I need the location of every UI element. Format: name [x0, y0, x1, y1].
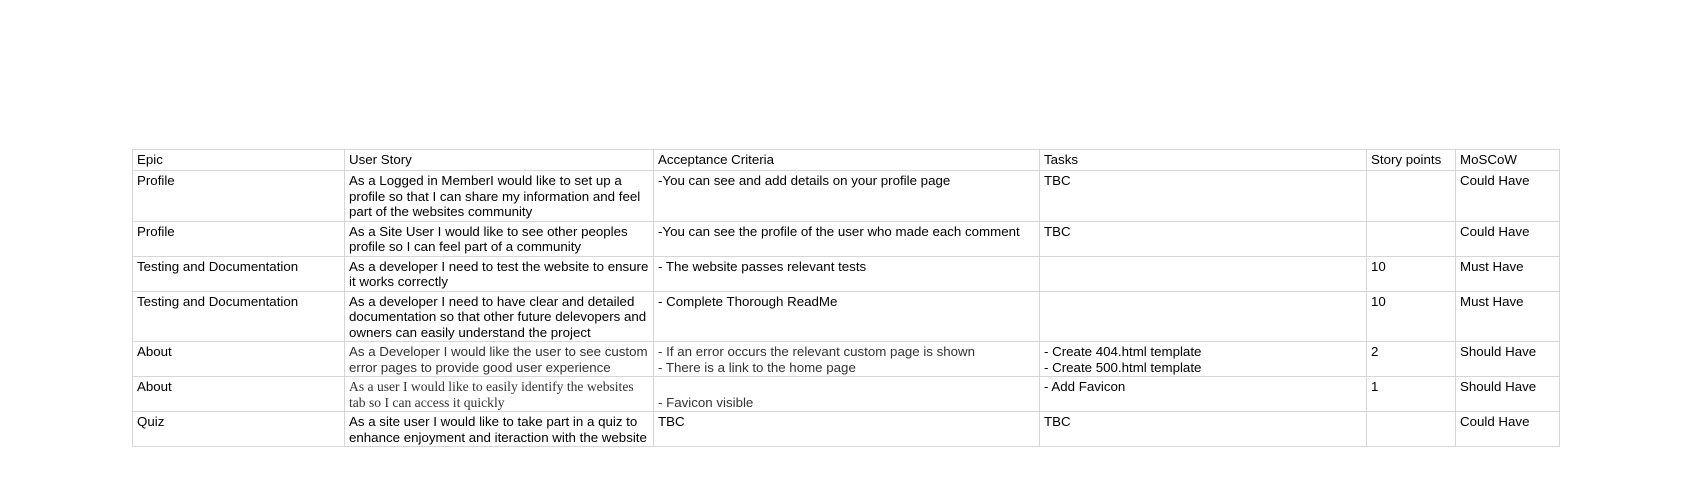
- cell-moscow[interactable]: Could Have: [1455, 411, 1560, 447]
- cell-moscow[interactable]: Must Have: [1455, 255, 1560, 292]
- cell-user-story[interactable]: As a developer I need to have clear and …: [344, 290, 654, 342]
- cell-user-story[interactable]: As a developer I need to test the websit…: [344, 255, 654, 292]
- cell-user-story[interactable]: As a site user I would like to take part…: [344, 411, 654, 447]
- header-moscow[interactable]: MoSCoW: [1455, 149, 1560, 171]
- cell-user-story[interactable]: As a Site User I would like to see other…: [344, 220, 654, 257]
- cell-tasks[interactable]: - Add Favicon: [1039, 376, 1367, 412]
- cell-epic[interactable]: About: [132, 376, 345, 412]
- cell-acceptance-criteria[interactable]: - Complete Thorough ReadMe: [653, 290, 1040, 342]
- cell-acceptance-criteria[interactable]: TBC: [653, 411, 1040, 447]
- cell-tasks[interactable]: TBC: [1039, 170, 1367, 222]
- header-row: Epic User Story Acceptance Criteria Task…: [132, 149, 1560, 171]
- header-epic[interactable]: Epic: [132, 149, 345, 171]
- cell-acceptance-criteria[interactable]: -You can see the profile of the user who…: [653, 220, 1040, 257]
- table-row: Quiz As a site user I would like to take…: [132, 411, 1560, 447]
- cell-tasks[interactable]: TBC: [1039, 411, 1367, 447]
- cell-user-story[interactable]: As a Logged in MemberI would like to set…: [344, 170, 654, 222]
- cell-acceptance-criteria[interactable]: - Favicon visible: [653, 376, 1040, 412]
- cell-moscow[interactable]: Could Have: [1455, 220, 1560, 257]
- cell-text: - Favicon visible: [658, 394, 754, 410]
- cell-epic[interactable]: Profile: [132, 170, 345, 222]
- cell-moscow[interactable]: Could Have: [1455, 170, 1560, 222]
- header-story-points[interactable]: Story points: [1366, 149, 1456, 171]
- table-row: About As a Developer I would like the us…: [132, 341, 1560, 377]
- cell-moscow[interactable]: Should Have: [1455, 376, 1560, 412]
- cell-epic[interactable]: Quiz: [132, 411, 345, 447]
- cell-user-story[interactable]: As a Developer I would like the user to …: [344, 341, 654, 377]
- cell-acceptance-criteria[interactable]: - If an error occurs the relevant custom…: [653, 341, 1040, 377]
- cell-epic[interactable]: Testing and Documentation: [132, 255, 345, 292]
- table-row: Profile As a Logged in MemberI would lik…: [132, 170, 1560, 222]
- header-tasks[interactable]: Tasks: [1039, 149, 1367, 171]
- cell-story-points[interactable]: [1366, 170, 1456, 222]
- cell-story-points[interactable]: 1: [1366, 376, 1456, 412]
- cell-moscow[interactable]: Should Have: [1455, 341, 1560, 377]
- table-row: About As a user I would like to easily i…: [132, 376, 1560, 412]
- cell-story-points[interactable]: 10: [1366, 255, 1456, 292]
- user-stories-table: Epic User Story Acceptance Criteria Task…: [132, 149, 1560, 447]
- cell-tasks[interactable]: [1039, 255, 1367, 292]
- table-row: Testing and Documentation As a developer…: [132, 290, 1560, 342]
- cell-story-points[interactable]: 2: [1366, 341, 1456, 377]
- cell-tasks[interactable]: [1039, 290, 1367, 342]
- cell-acceptance-criteria[interactable]: - The website passes relevant tests: [653, 255, 1040, 292]
- cell-story-points[interactable]: [1366, 411, 1456, 447]
- cell-story-points[interactable]: 10: [1366, 290, 1456, 342]
- cell-spacer: [658, 379, 1036, 395]
- header-acceptance-criteria[interactable]: Acceptance Criteria: [653, 149, 1040, 171]
- table-row: Testing and Documentation As a developer…: [132, 255, 1560, 292]
- cell-story-points[interactable]: [1366, 220, 1456, 257]
- cell-moscow[interactable]: Must Have: [1455, 290, 1560, 342]
- cell-user-story[interactable]: As a user I would like to easily identif…: [344, 376, 654, 412]
- header-user-story[interactable]: User Story: [344, 149, 654, 171]
- cell-epic[interactable]: Testing and Documentation: [132, 290, 345, 342]
- cell-tasks[interactable]: - Create 404.html template - Create 500.…: [1039, 341, 1367, 377]
- cell-epic[interactable]: About: [132, 341, 345, 377]
- cell-epic[interactable]: Profile: [132, 220, 345, 257]
- cell-acceptance-criteria[interactable]: -You can see and add details on your pro…: [653, 170, 1040, 222]
- table-row: Profile As a Site User I would like to s…: [132, 220, 1560, 257]
- cell-tasks[interactable]: TBC: [1039, 220, 1367, 257]
